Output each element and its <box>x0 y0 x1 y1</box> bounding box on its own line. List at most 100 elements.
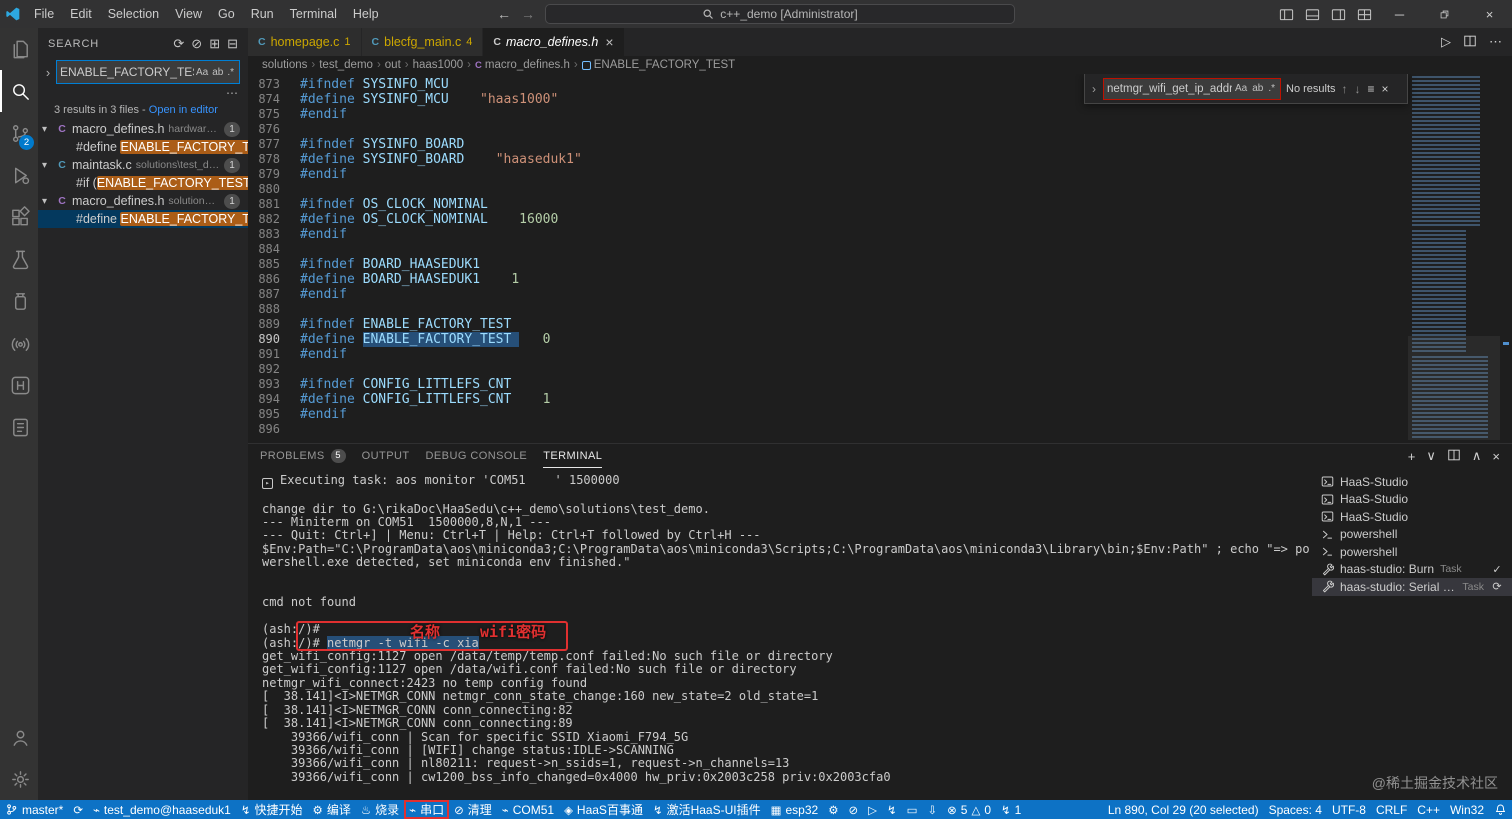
status-com-port[interactable]: ⌁ COM51 <box>497 800 559 819</box>
regex-toggle[interactable]: .* <box>225 66 236 79</box>
status-problems[interactable]: ⊗ 5 △ 0 <box>942 800 996 819</box>
extensions-icon[interactable] <box>0 196 38 238</box>
test-flask-icon[interactable] <box>0 238 38 280</box>
overview-ruler[interactable] <box>1500 74 1512 443</box>
status-gear-2[interactable]: ⚙ <box>823 800 843 819</box>
status-serial-port[interactable]: ⌁ 串口 <box>404 800 449 819</box>
minimap-slider[interactable] <box>1408 336 1500 440</box>
command-center-search[interactable]: c++_demo [Administrator] <box>545 4 1015 24</box>
status-play[interactable]: ▷ <box>863 800 882 819</box>
new-terminal-icon[interactable]: + <box>1408 449 1416 464</box>
breadcrumb-item[interactable]: test_demo <box>319 59 373 71</box>
status-esp32[interactable]: ▦ esp32 <box>766 800 824 819</box>
terminal-list-item[interactable]: HaaS-Studio <box>1312 491 1512 509</box>
panel-tab-debug-console[interactable]: DEBUG CONSOLE <box>426 444 528 468</box>
close-window-button[interactable]: × <box>1467 0 1512 28</box>
find-in-selection-icon[interactable]: ≡ <box>1367 82 1376 96</box>
terminal-output[interactable]: 名称 wifi密码 ▸ Executing task: aos monitor '… <box>248 468 1312 800</box>
find-whole-word-toggle[interactable]: ab <box>1250 82 1265 95</box>
status-screen[interactable]: ▭ <box>902 800 923 819</box>
terminal-list-item[interactable]: powershell <box>1312 526 1512 544</box>
status-download[interactable]: ⇩ <box>923 800 943 819</box>
status-haas-helper[interactable]: ◈ HaaS百事通 <box>559 800 648 819</box>
customize-layout-icon[interactable] <box>1351 0 1377 28</box>
status-platform[interactable]: Win32 <box>1445 800 1489 819</box>
search-result-file[interactable]: ▾ Cmacro_defines.hhardware\chip... 1 <box>38 120 248 138</box>
toggle-sidebar-icon[interactable] <box>1273 0 1299 28</box>
previous-match-icon[interactable]: ↑ <box>1341 82 1349 96</box>
panel-tab-output[interactable]: OUTPUT <box>362 444 410 468</box>
terminal-dropdown-icon[interactable]: ∨ <box>1426 448 1436 464</box>
menu-file[interactable]: File <box>26 7 62 21</box>
search-match[interactable]: #define ENABLE_FACTORY_TEST 0 <box>38 138 248 156</box>
breadcrumb-item[interactable]: haas1000 <box>413 59 464 71</box>
toggle-replace-icon[interactable]: › <box>42 65 54 80</box>
match-case-toggle[interactable]: Aa <box>194 66 210 79</box>
panel-tab-terminal[interactable]: TERMINAL <box>543 444 603 468</box>
status-clean[interactable]: ⊘ 清理 <box>449 800 497 819</box>
search-icon[interactable] <box>0 70 38 112</box>
status-quick-start[interactable]: ↯ 快捷开始 <box>236 800 308 819</box>
status-eol[interactable]: CRLF <box>1371 800 1412 819</box>
whole-word-toggle[interactable]: ab <box>210 66 225 79</box>
breadcrumb-item[interactable]: Cmacro_defines.h <box>475 59 570 71</box>
breadcrumb-item[interactable]: out <box>385 59 401 71</box>
search-result-file[interactable]: ▾ Cmacro_defines.hsolutions\test_... 1 <box>38 192 248 210</box>
search-result-file[interactable]: ▾ Cmaintask.c solutions\test_demo 1 <box>38 156 248 174</box>
source-control-icon[interactable]: 2 <box>0 112 38 154</box>
device-manager-icon[interactable] <box>0 406 38 448</box>
status-build[interactable]: ⚙ 编译 <box>308 800 356 819</box>
split-editor-icon[interactable] <box>1463 34 1477 51</box>
search-input[interactable] <box>60 65 194 79</box>
find-match-case-toggle[interactable]: Aa <box>1233 82 1249 95</box>
menu-go[interactable]: Go <box>210 7 243 21</box>
minimap[interactable] <box>1408 74 1500 443</box>
explorer-icon[interactable] <box>0 28 38 70</box>
status-git-branch[interactable]: master* <box>0 800 68 819</box>
close-icon[interactable]: × <box>605 34 613 50</box>
more-actions-icon[interactable]: ⋯ <box>1489 34 1502 50</box>
breadcrumb-item[interactable]: solutions <box>262 59 307 71</box>
menu-help[interactable]: Help <box>345 7 387 21</box>
jar-icon[interactable] <box>0 280 38 322</box>
close-find-widget-icon[interactable]: × <box>1381 82 1390 96</box>
terminal-list-item[interactable]: powershell <box>1312 543 1512 561</box>
terminal-list-item[interactable]: haas-studio: Serial Monitor Task ⟳ <box>1312 578 1512 596</box>
restore-button[interactable] <box>1422 0 1467 28</box>
refresh-icon[interactable]: ⟳ <box>173 36 184 52</box>
run-and-debug-icon[interactable] <box>0 154 38 196</box>
terminal-list-item[interactable]: haas-studio: Burn Task ✓ <box>1312 561 1512 579</box>
back-arrow-icon[interactable]: ← <box>497 6 511 22</box>
status-sync[interactable]: ⟳ <box>68 800 88 819</box>
toggle-replace-expand-icon[interactable]: › <box>1090 82 1098 96</box>
terminal-list-item[interactable]: HaaS-Studio <box>1312 473 1512 491</box>
run-file-icon[interactable]: ▷ <box>1441 34 1451 50</box>
status-cursor-position[interactable]: Ln 890, Col 29 (20 selected) <box>1103 800 1264 819</box>
settings-gear-icon[interactable] <box>0 758 38 800</box>
tab-blecfg_main-c[interactable]: Cblecfg_main.c 4 <box>361 28 484 56</box>
status-encoding[interactable]: UTF-8 <box>1327 800 1371 819</box>
find-input[interactable] <box>1107 82 1232 95</box>
account-icon[interactable] <box>0 716 38 758</box>
status-flash[interactable]: ♨ 烧录 <box>356 800 404 819</box>
menu-edit[interactable]: Edit <box>62 7 100 21</box>
status-language-mode[interactable]: C++ <box>1412 800 1445 819</box>
menu-run[interactable]: Run <box>243 7 282 21</box>
tab-homepage-c[interactable]: Chomepage.c 1 <box>248 28 362 56</box>
panel-tab-problems[interactable]: PROBLEMS 5 <box>260 444 346 468</box>
menu-selection[interactable]: Selection <box>100 7 167 21</box>
clear-search-results-icon[interactable]: ⊘ <box>191 36 202 52</box>
status-ports[interactable]: ↯ 1 <box>996 800 1026 819</box>
status-indentation[interactable]: Spaces: 4 <box>1264 800 1327 819</box>
code-editor[interactable]: 873 #ifndef SYSINFO_MCU 874 #define SYSINFO… <box>248 74 1512 443</box>
toggle-panel-icon[interactable] <box>1299 0 1325 28</box>
code-area[interactable]: 873 #ifndef SYSINFO_MCU 874 #define SYSINFO… <box>248 74 1408 443</box>
terminal-list-item[interactable]: HaaS-Studio <box>1312 508 1512 526</box>
split-terminal-icon[interactable] <box>1447 448 1461 465</box>
menu-view[interactable]: View <box>167 7 210 21</box>
open-in-editor-link[interactable]: Open in editor <box>149 104 218 116</box>
haas-studio-icon[interactable] <box>0 364 38 406</box>
next-match-icon[interactable]: ↓ <box>1354 82 1362 96</box>
tab-macro_defines-h[interactable]: Cmacro_defines.h × <box>483 28 625 56</box>
search-match[interactable]: #define ENABLE_FACTORY_TES...× <box>38 210 248 228</box>
